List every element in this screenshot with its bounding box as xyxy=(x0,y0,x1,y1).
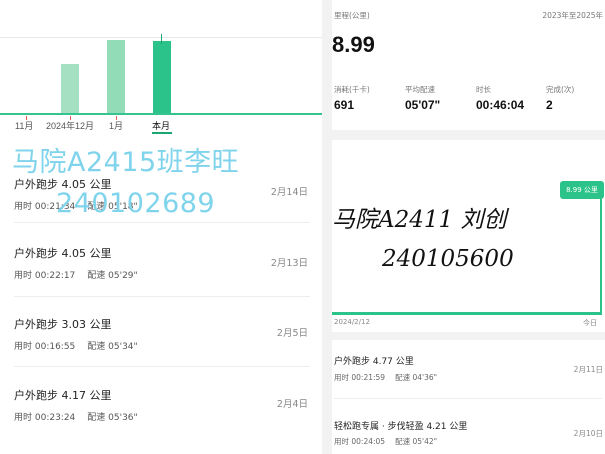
current-bar-marker xyxy=(161,34,162,44)
axis-start-label: 2024/2/12 xyxy=(334,318,370,326)
left-panel: 11月 2024年12月 1月 本月 户外跑步 4.05 公里 用时 00:21… xyxy=(0,0,322,454)
record-date: 2月13日 xyxy=(270,258,308,269)
chart-progress-line xyxy=(600,199,602,314)
record-meta: 用时 00:22:17 配速 05'29" xyxy=(14,268,310,281)
record-meta: 用时 00:24:05 配速 05'42" xyxy=(334,436,437,447)
month-bar-current[interactable] xyxy=(153,41,171,113)
section-gap xyxy=(332,332,605,340)
month-bar-dec[interactable] xyxy=(61,64,79,113)
total-distance: 8.99 xyxy=(332,32,375,57)
record-title: 户外跑步 4.05 公里 xyxy=(14,247,112,260)
stat-label-pace: 平均配速 xyxy=(405,85,435,94)
panel-divider xyxy=(322,0,332,454)
stat-calories: 691 xyxy=(334,98,355,112)
stat-label-count: 完成(次) xyxy=(546,85,575,94)
watermark-id: 240102689 xyxy=(56,188,216,219)
section-gap xyxy=(332,130,605,140)
record-meta: 用时 00:16:55 配速 05'34" xyxy=(14,339,310,352)
record-duration: 用时 00:24:05 xyxy=(334,437,386,446)
record-pace: 配速 04'36" xyxy=(395,373,438,382)
record-divider xyxy=(14,222,310,223)
right-panel: 里程(公里) 2023年至2025年 8.99 消耗(千卡) 平均配速 时长 完… xyxy=(332,0,605,454)
chart-value-pill: 8.99 公里 xyxy=(560,181,604,199)
record-title: 户外跑步 3.03 公里 xyxy=(14,318,112,331)
chart-baseline xyxy=(332,312,602,315)
stat-label-duration: 时长 xyxy=(476,85,491,94)
run-record[interactable]: 户外跑步 4.17 公里 用时 00:23:24 配速 05'36" xyxy=(14,387,310,423)
record-pace: 配速 05'34" xyxy=(87,342,138,352)
record-title[interactable]: 轻松跑专属 · 步伐轻盈 4.21 公里 xyxy=(334,419,467,432)
record-pace: 配速 05'42" xyxy=(395,437,438,446)
month-label-current[interactable]: 本月 xyxy=(152,119,170,132)
stat-pace: 05'07" xyxy=(405,98,441,112)
record-divider xyxy=(334,398,602,399)
run-record[interactable]: 户外跑步 3.03 公里 用时 00:16:55 配速 05'34" xyxy=(14,316,310,352)
record-title: 户外跑步 4.17 公里 xyxy=(14,389,112,402)
distance-label: 里程(公里) xyxy=(334,11,370,20)
current-month-underline xyxy=(152,132,172,134)
month-label-nov[interactable]: 11月 xyxy=(15,119,33,132)
period-selector[interactable]: 2023年至2025年 xyxy=(542,10,603,21)
month-bar-jan[interactable] xyxy=(107,40,125,113)
record-duration: 用时 00:23:24 xyxy=(14,413,76,423)
record-date: 2月10日 xyxy=(573,429,603,438)
record-duration: 用时 00:21:59 xyxy=(334,373,386,382)
stat-label-calories: 消耗(千卡) xyxy=(334,85,370,94)
record-meta: 用时 00:23:24 配速 05'36" xyxy=(14,410,310,423)
handwritten-name: 马院A2411 刘创 xyxy=(332,207,507,233)
record-date: 2月4日 xyxy=(276,399,308,410)
record-duration: 用时 00:16:55 xyxy=(14,342,76,352)
record-pace: 配速 05'36" xyxy=(87,413,138,423)
stat-count: 2 xyxy=(546,98,553,112)
month-label-jan[interactable]: 1月 xyxy=(109,119,123,132)
record-title[interactable]: 户外跑步 4.77 公里 xyxy=(334,354,414,367)
run-record[interactable]: 户外跑步 4.05 公里 用时 00:22:17 配速 05'29" xyxy=(14,245,310,281)
record-date: 2月5日 xyxy=(276,328,308,339)
record-divider xyxy=(14,366,310,367)
record-date: 2月11日 xyxy=(573,365,603,374)
record-date: 2月14日 xyxy=(270,187,308,198)
record-divider xyxy=(14,296,310,297)
record-duration: 用时 00:22:17 xyxy=(14,271,76,281)
axis-end-label: 今日 xyxy=(583,319,597,327)
month-label-dec[interactable]: 2024年12月 xyxy=(46,119,94,132)
handwritten-id: 240105600 xyxy=(382,246,514,272)
record-meta: 用时 00:21:59 配速 04'36" xyxy=(334,372,437,383)
chart-baseline xyxy=(0,113,322,115)
watermark-name: 马院A2415班李旺 xyxy=(12,147,240,178)
record-pace: 配速 05'29" xyxy=(87,271,138,281)
stat-duration: 00:46:04 xyxy=(476,98,525,112)
